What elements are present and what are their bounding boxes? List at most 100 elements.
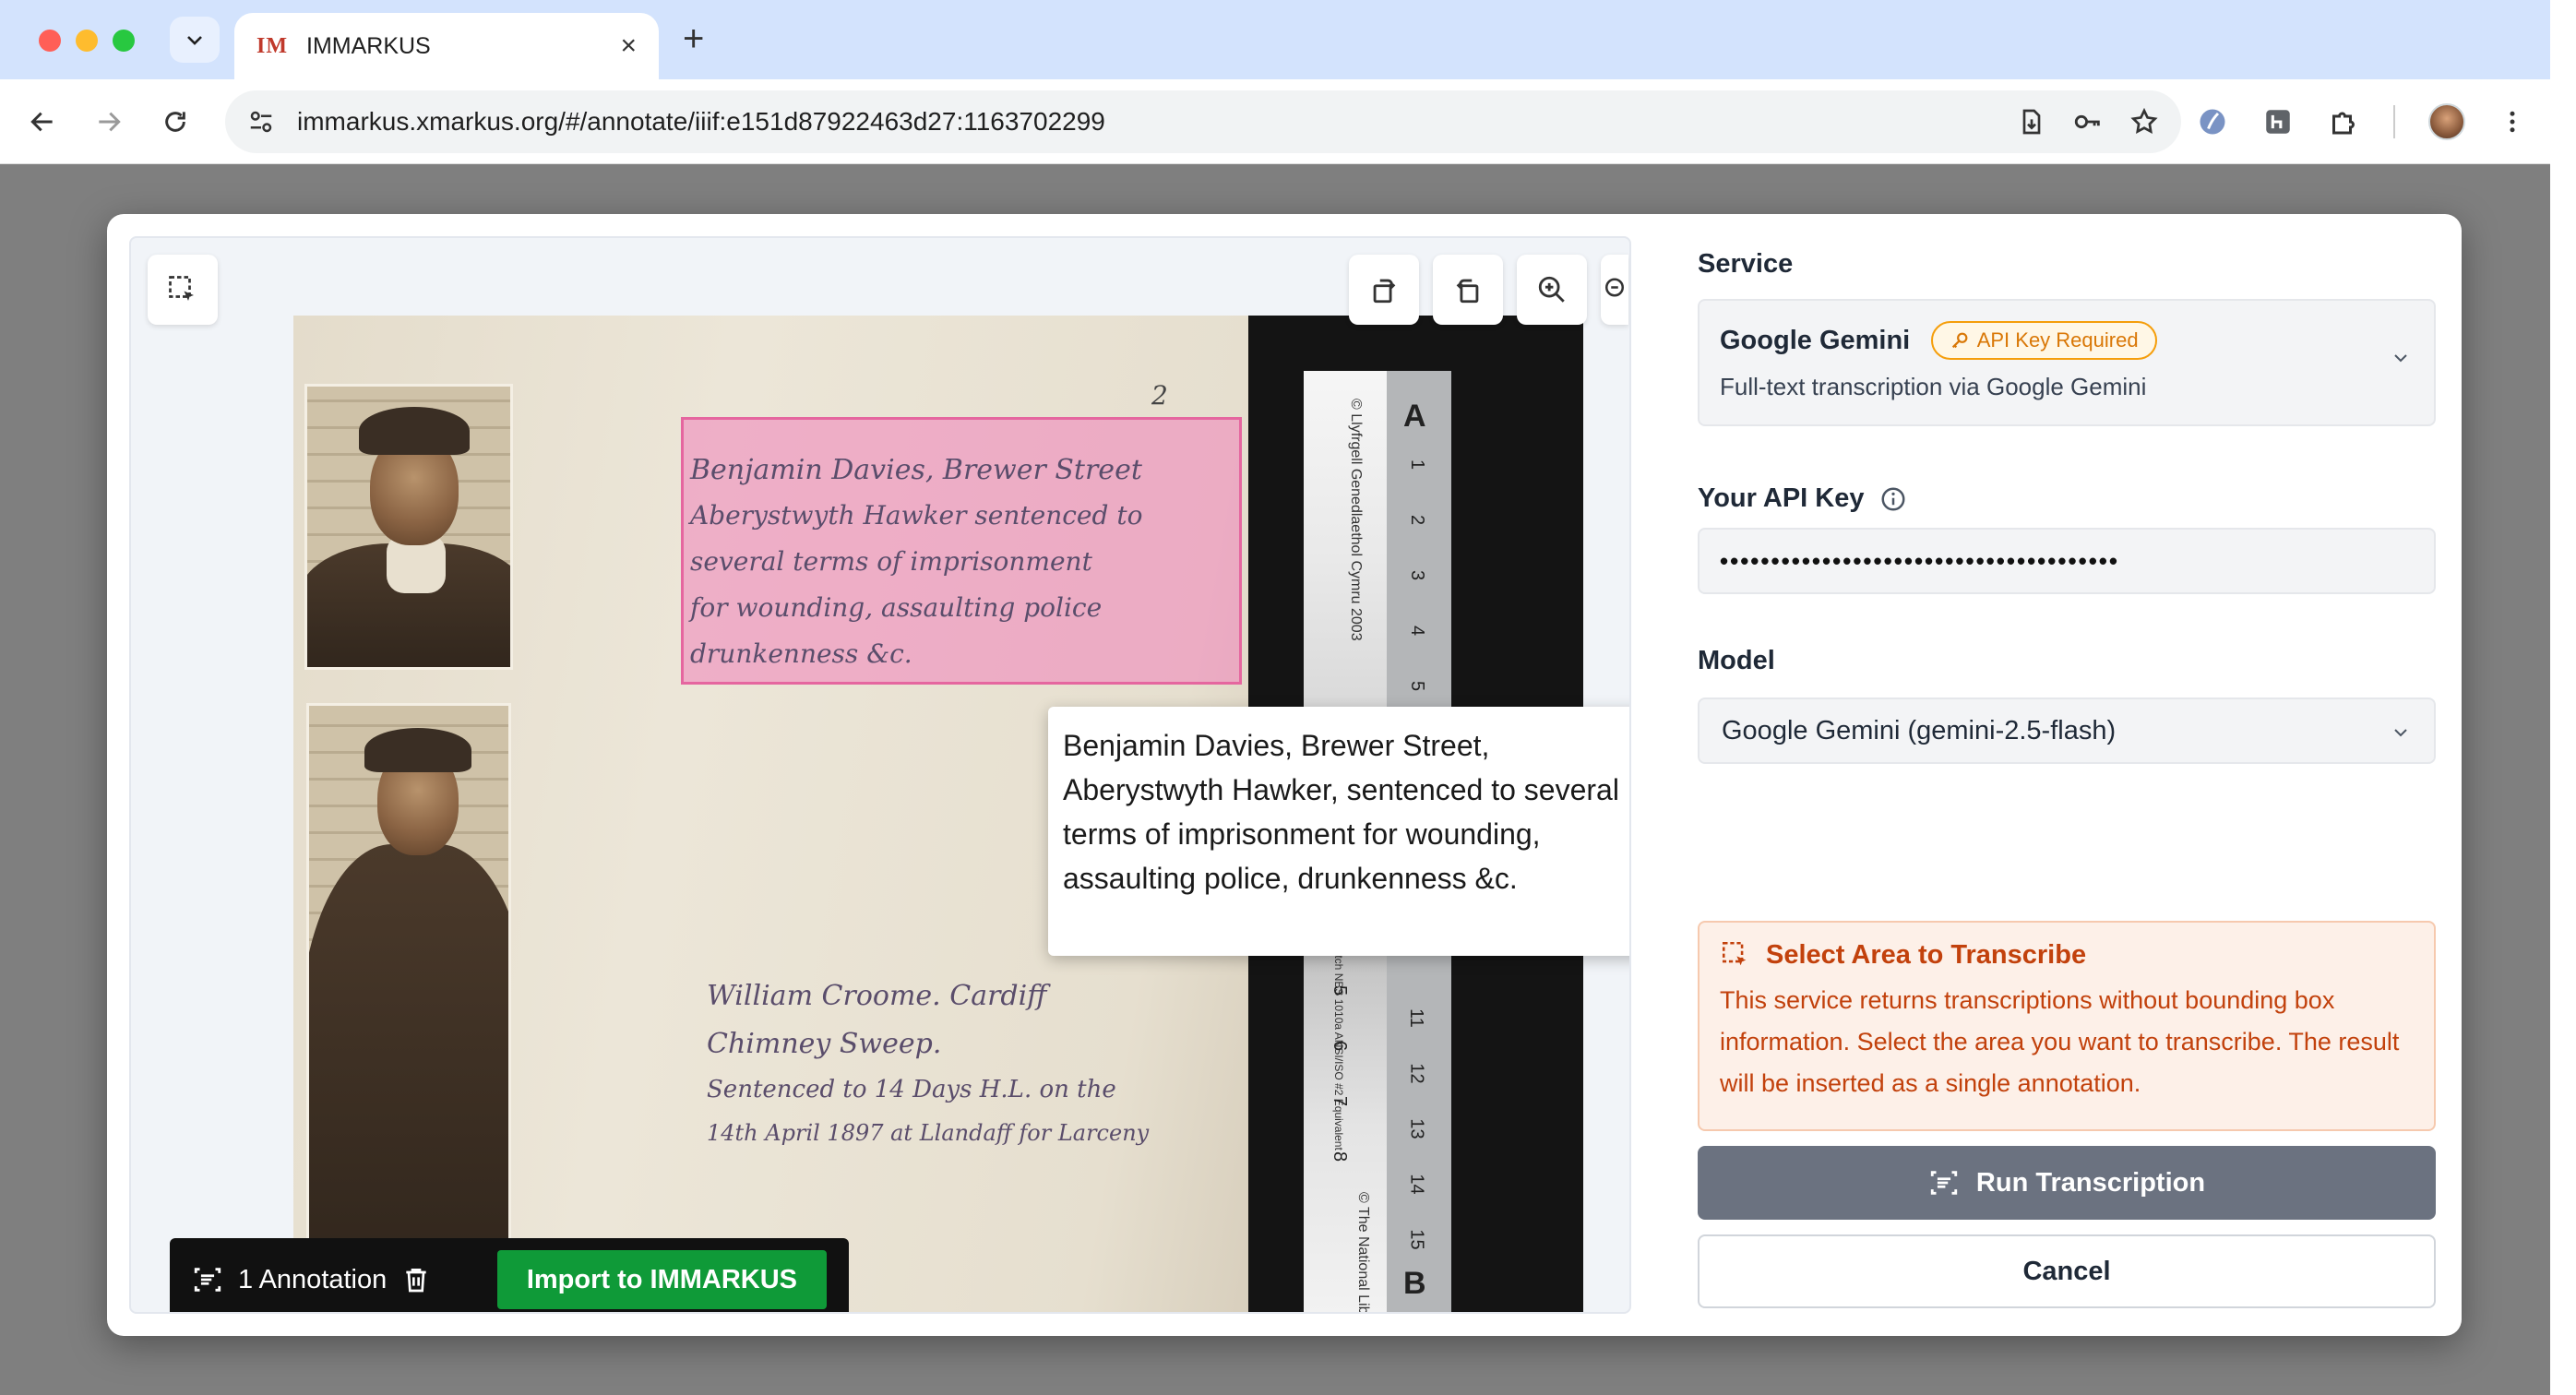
zoom-in-button[interactable] (1517, 255, 1587, 325)
extension-shield-icon[interactable] (2196, 105, 2229, 138)
back-button[interactable] (20, 100, 65, 144)
trash-icon[interactable] (401, 1265, 431, 1294)
zoom-out-button[interactable] (1601, 255, 1628, 325)
zoom-out-icon (1605, 278, 1624, 297)
arrow-left-icon (30, 112, 53, 132)
run-transcription-label: Run Transcription (1975, 1167, 2206, 1198)
address-bar[interactable]: immarkus.xmarkus.org/#/annotate/iiif:e15… (225, 90, 2181, 153)
service-name: Google Gemini (1720, 325, 1911, 355)
rotate-left-icon (1373, 279, 1396, 304)
reload-button[interactable] (153, 100, 197, 144)
handwriting-line-2: Aberystwyth Hawker sentenced to (690, 500, 1143, 531)
handwriting-line-8: Sentenced to 14 Days H.L. on the (707, 1076, 1116, 1103)
annotation-toolbar: 1 Annotation Import to IMMARKUS (170, 1238, 849, 1312)
badge-text: API Key Required (1976, 328, 2139, 352)
maximize-window-button[interactable] (113, 30, 135, 52)
api-key-label: Your API Key (1698, 483, 1865, 513)
arrow-right-icon (99, 112, 121, 132)
notice-title-row: Select Area to Transcribe (1720, 939, 2414, 971)
api-key-required-badge: API Key Required (1930, 321, 2157, 360)
tab-title: IMMARKUS (306, 32, 431, 59)
import-to-immarkus-button[interactable]: Import to IMMARKUS (496, 1250, 827, 1309)
ruler-number: 14 (1406, 1174, 1427, 1195)
api-key-input[interactable]: ••••••••••••••••••••••••••••••••••••••• (1698, 528, 2436, 594)
photo-cap (359, 407, 470, 455)
reload-icon (165, 112, 185, 132)
handwriting-line-3: several terms of imprisonment (690, 546, 1092, 577)
model-label: Model (1698, 646, 1775, 675)
transcription-modal: 2 Benjamin Davies, Brewer Street Aberyst… (107, 214, 2462, 1336)
toolbar-divider (2393, 105, 2395, 138)
ruler-number: 12 (1406, 1063, 1427, 1084)
mugshot-photo-benjamin (304, 384, 513, 670)
handwriting-line-6: William Croome. Cardiff (707, 980, 1047, 1012)
chart-number: 8 (1330, 1151, 1351, 1162)
ruler-number: 2 (1407, 514, 1428, 526)
ruler-caption-top: © Llyfrgell Genedlaethol Cymru 2003 (1348, 399, 1364, 641)
key-icon (1951, 332, 1968, 349)
rotate-right-icon (1456, 279, 1479, 304)
photo-cap (364, 728, 471, 772)
transcription-icon (1930, 1171, 1958, 1195)
chart-number: 7 (1330, 1095, 1351, 1107)
tab-close-icon[interactable]: × (620, 30, 637, 62)
browser-tab-active[interactable]: IM IMMARKUS × (234, 13, 659, 79)
handwriting-line-1: Benjamin Davies, Brewer Street (690, 454, 1142, 486)
url-text[interactable]: immarkus.xmarkus.org/#/annotate/iiif:e15… (297, 107, 2017, 137)
transcription-icon (194, 1268, 221, 1292)
chevron-down-icon (187, 36, 202, 45)
notice-text: This service returns transcriptions with… (1720, 986, 2400, 1097)
annotation-count: 1 Annotation (238, 1264, 388, 1294)
ruler-caption-library: © The National Libra (1355, 1192, 1371, 1314)
select-area-icon (1722, 941, 1747, 966)
model-value: Google Gemini (gemini-2.5-flash) (1722, 715, 2117, 745)
api-key-label-row: Your API Key (1698, 483, 1907, 514)
handwriting-line-4: for wounding, assaulting police (690, 592, 1103, 623)
ruler-letter-top: A (1403, 399, 1426, 434)
password-key-icon[interactable] (2072, 106, 2104, 137)
info-icon[interactable] (1879, 485, 1907, 513)
ruler-number: 1 (1407, 459, 1428, 471)
chevron-down-icon (2390, 721, 2412, 750)
model-select[interactable]: Google Gemini (gemini-2.5-flash) (1698, 698, 2436, 764)
rotate-left-button[interactable] (1349, 255, 1419, 325)
handwriting-line-7: Chimney Sweep. (707, 1028, 942, 1060)
run-transcription-button[interactable]: Run Transcription (1698, 1146, 2436, 1220)
ruler-number: 4 (1407, 625, 1428, 637)
browser-toolbar: immarkus.xmarkus.org/#/annotate/iiif:e15… (0, 79, 2576, 164)
chart-number: 6 (1330, 1040, 1351, 1052)
service-description: Full-text transcription via Google Gemin… (1720, 373, 2147, 400)
more-menu-icon[interactable] (2498, 108, 2526, 136)
chevron-down-icon (2390, 347, 2412, 376)
transcription-settings-panel: Service Google Gemini API Key Required F… (1687, 214, 2447, 1336)
zoom-in-icon (1538, 276, 1565, 303)
page-number: 2 (1151, 380, 1168, 411)
site-settings-icon[interactable] (247, 108, 275, 136)
tab-search-button[interactable] (170, 17, 220, 63)
new-tab-button[interactable]: + (683, 20, 704, 57)
handwriting-line-9: 14th April 1897 at Llandaff for Larceny (707, 1120, 1150, 1146)
profile-avatar[interactable] (2428, 103, 2465, 140)
page-edge-strip (2550, 0, 2576, 1395)
close-window-button[interactable] (39, 30, 61, 52)
bookmark-star-icon[interactable] (2129, 107, 2159, 137)
select-area-tool-button[interactable] (148, 255, 218, 325)
ruler-number: 15 (1406, 1229, 1427, 1250)
service-label: Service (1698, 249, 1794, 279)
select-area-notice: Select Area to Transcribe This service r… (1698, 921, 2436, 1131)
ruler-number: 13 (1406, 1118, 1427, 1139)
image-viewer[interactable]: 2 Benjamin Davies, Brewer Street Aberyst… (129, 236, 1631, 1314)
ruler-number: 3 (1407, 569, 1428, 581)
cancel-button[interactable]: Cancel (1698, 1234, 2436, 1308)
rotate-right-button[interactable] (1433, 255, 1503, 325)
ruler-letter-bottom: B (1403, 1266, 1426, 1301)
ruler-number: 5 (1407, 680, 1428, 692)
extension-h-icon[interactable] (2262, 106, 2294, 137)
extensions-puzzle-icon[interactable] (2327, 105, 2360, 138)
annotation-tooltip: Benjamin Davies, Brewer Street, Aberystw… (1048, 707, 1629, 956)
install-app-icon[interactable] (2017, 107, 2046, 137)
forward-button[interactable] (87, 100, 131, 144)
minimize-window-button[interactable] (76, 30, 98, 52)
ruler-number: 11 (1405, 1008, 1426, 1028)
service-select[interactable]: Google Gemini API Key Required Full-text… (1698, 299, 2436, 426)
